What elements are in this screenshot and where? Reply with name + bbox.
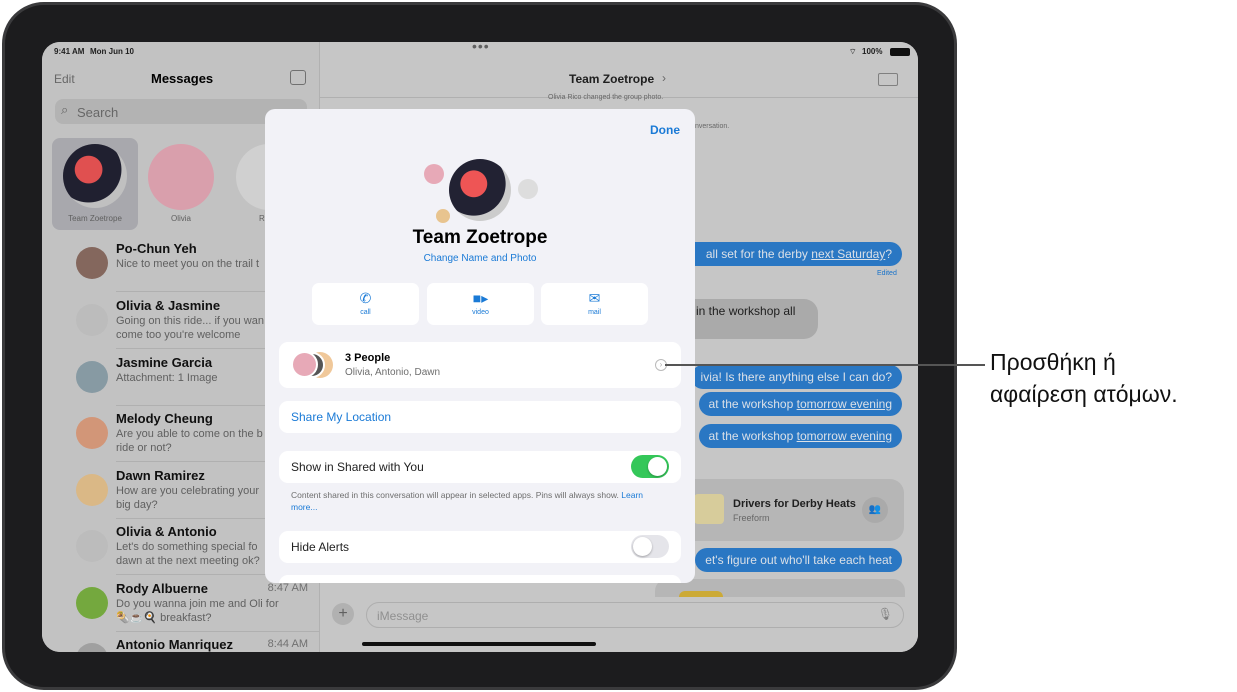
shared-with-you-row: Show in Shared with You (279, 451, 681, 483)
group-details-sheet: Done Team Zoetrope Change Name and Photo… (265, 109, 695, 583)
shared-note: Content shared in this conversation will… (291, 490, 644, 512)
mail-button[interactable]: ✉ mail (541, 283, 648, 325)
video-label: video (472, 309, 489, 316)
people-names: Olivia, Antonio, Dawn (345, 367, 441, 378)
group-name: Team Zoetrope (412, 227, 548, 248)
callout-text: Προσθήκη ή αφαίρεση ατόμων. (990, 346, 1178, 410)
callout-line1: Προσθήκη ή (990, 349, 1116, 375)
people-count: 3 People (345, 352, 391, 364)
hide-alerts-toggle[interactable] (631, 535, 669, 558)
call-label: call (360, 309, 371, 316)
next-row (279, 575, 681, 583)
mail-label: mail (588, 309, 601, 316)
member-avatar (291, 351, 318, 378)
shared-with-you-label: Show in Shared with You (291, 460, 424, 474)
member-avatar (436, 209, 450, 223)
people-row[interactable]: 3 People Olivia, Antonio, Dawn › (279, 342, 681, 388)
mail-icon: ✉ (588, 290, 601, 306)
ipad-screen: 9:41 AM Mon Jun 10 Edit Messages ⌕ Searc… (42, 42, 918, 652)
change-name-photo-link[interactable]: Change Name and Photo (265, 253, 695, 264)
callout-line (665, 364, 985, 366)
share-location-row[interactable]: Share My Location (279, 401, 681, 433)
member-avatar (518, 179, 538, 199)
shared-with-you-toggle[interactable] (631, 455, 669, 478)
hide-alerts-row: Hide Alerts (279, 531, 681, 563)
group-photo (449, 159, 511, 221)
video-icon: ■▸ (472, 290, 489, 306)
hide-alerts-label: Hide Alerts (291, 540, 350, 554)
member-avatar (424, 164, 444, 184)
done-button[interactable]: Done (650, 123, 680, 137)
call-button[interactable]: ✆ call (312, 283, 419, 325)
video-button[interactable]: ■▸ video (427, 283, 534, 325)
share-location-label: Share My Location (291, 410, 392, 424)
phone-icon: ✆ (359, 290, 372, 306)
callout-line2: αφαίρεση ατόμων. (990, 381, 1178, 407)
